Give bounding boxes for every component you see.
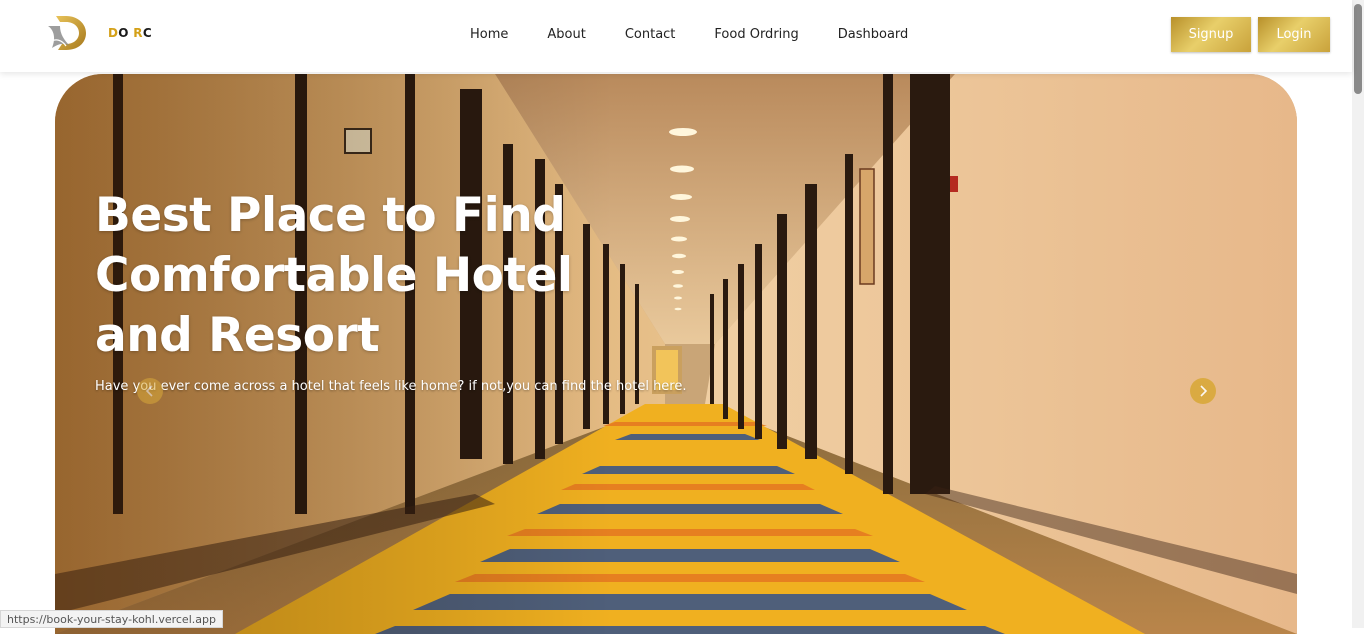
login-button[interactable]: Login: [1258, 17, 1330, 52]
scrollbar-thumb[interactable]: [1354, 4, 1362, 94]
brand-letter: D: [108, 26, 119, 40]
nav-about-link[interactable]: About: [547, 27, 585, 42]
carousel-prev-button[interactable]: [137, 378, 163, 404]
chevron-left-icon: [145, 385, 153, 397]
chevron-right-icon: [1200, 385, 1208, 397]
hero-subtitle: Have you ever come across a hotel that f…: [95, 379, 687, 394]
nav-food-ordering-link[interactable]: Food Ordring: [714, 27, 798, 42]
hero-title-line: Comfortable Hotel: [95, 248, 573, 303]
signup-button[interactable]: Signup: [1171, 17, 1251, 52]
brand-letter: O: [118, 26, 129, 40]
nav-dashboard-link[interactable]: Dashboard: [838, 27, 909, 42]
status-bar-url: https://book-your-stay-kohl.vercel.app: [0, 610, 223, 628]
carousel-next-button[interactable]: [1190, 378, 1216, 404]
nav-contact-link[interactable]: Contact: [625, 27, 676, 42]
brand-letter: R: [133, 26, 143, 40]
d-logo-icon[interactable]: [44, 12, 88, 54]
brand-name[interactable]: DO RC: [108, 26, 152, 40]
brand-letter: C: [142, 26, 152, 40]
hero-title: Best Place to Find Comfortable Hotel and…: [95, 186, 615, 366]
hero-carousel: Best Place to Find Comfortable Hotel and…: [55, 74, 1297, 634]
main-nav: Home About Contact Food Ordring Dashboar…: [470, 27, 947, 42]
hero-title-line: Best Place to Find: [95, 188, 566, 243]
nav-home-link[interactable]: Home: [470, 27, 508, 42]
page-scrollbar[interactable]: [1352, 0, 1364, 628]
top-navbar: DO RC Home About Contact Food Ordring Da…: [0, 0, 1352, 72]
hero-title-line: and Resort: [95, 308, 380, 363]
